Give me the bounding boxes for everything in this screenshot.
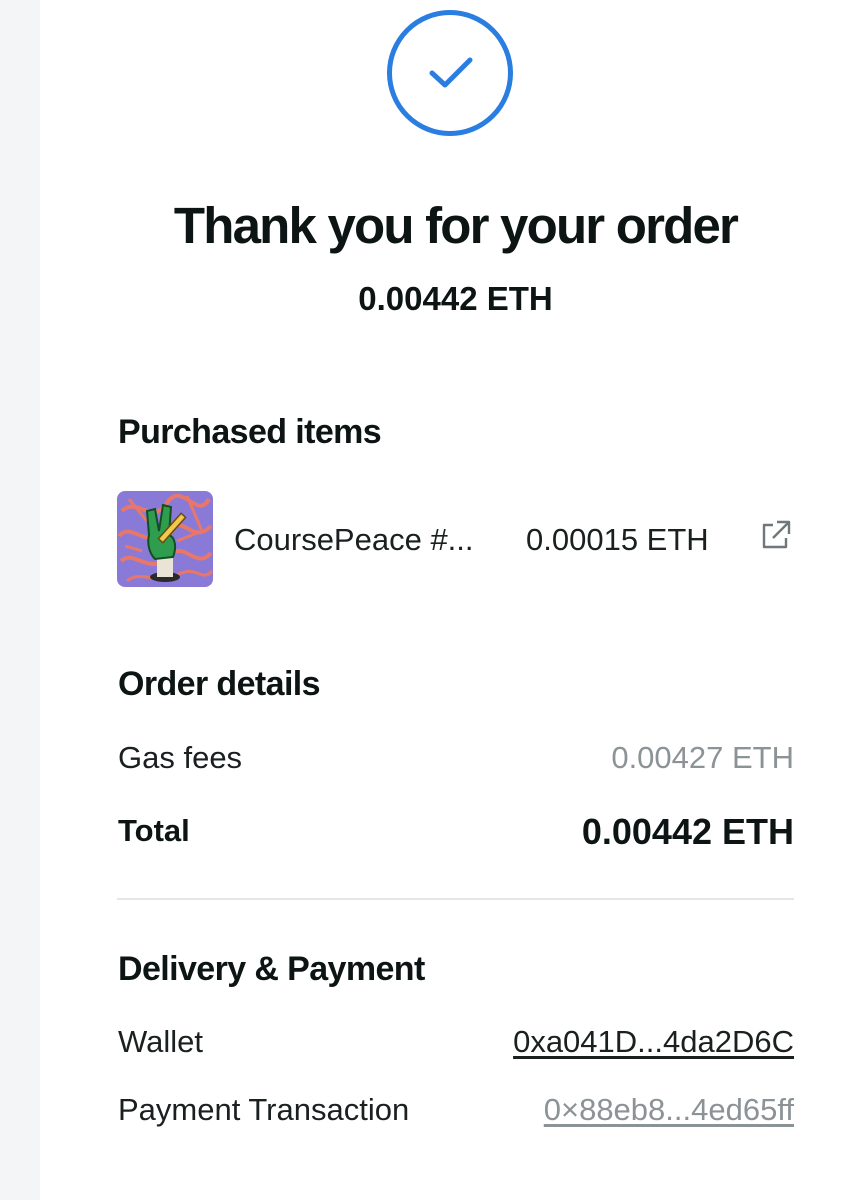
payment-transaction-link[interactable]: 0×88eb8...4ed65ff xyxy=(544,1092,794,1128)
order-amount: 0.00442 ETH xyxy=(358,280,553,317)
item-name[interactable]: CoursePeace #... xyxy=(234,522,474,558)
order-confirmation-panel xyxy=(40,0,854,1200)
nft-artwork-image xyxy=(117,491,213,587)
checkmark-icon xyxy=(429,57,473,88)
page-title: Thank you for your order xyxy=(173,197,739,254)
gas-fees-value: 0.00427 ETH xyxy=(611,740,794,775)
gas-fees-label: Gas fees xyxy=(118,740,243,775)
wallet-label: Wallet xyxy=(118,1024,203,1059)
external-link-icon[interactable] xyxy=(757,518,793,554)
external-link-glyph xyxy=(762,520,791,549)
delivery-payment-heading: Delivery & Payment xyxy=(118,950,425,988)
order-details-heading: Order details xyxy=(118,665,321,703)
total-label: Total xyxy=(118,813,190,848)
total-value: 0.00442 ETH xyxy=(581,811,794,852)
purchased-items-heading: Purchased items xyxy=(118,413,382,451)
payment-transaction-label: Payment Transaction xyxy=(118,1092,410,1127)
nft-thumbnail[interactable] xyxy=(117,491,213,587)
wallet-address-link[interactable]: 0xa041D...4da2D6C xyxy=(513,1024,794,1060)
check-circle-icon xyxy=(387,10,513,136)
section-divider xyxy=(117,898,794,900)
item-price: 0.00015 ETH xyxy=(526,522,709,557)
